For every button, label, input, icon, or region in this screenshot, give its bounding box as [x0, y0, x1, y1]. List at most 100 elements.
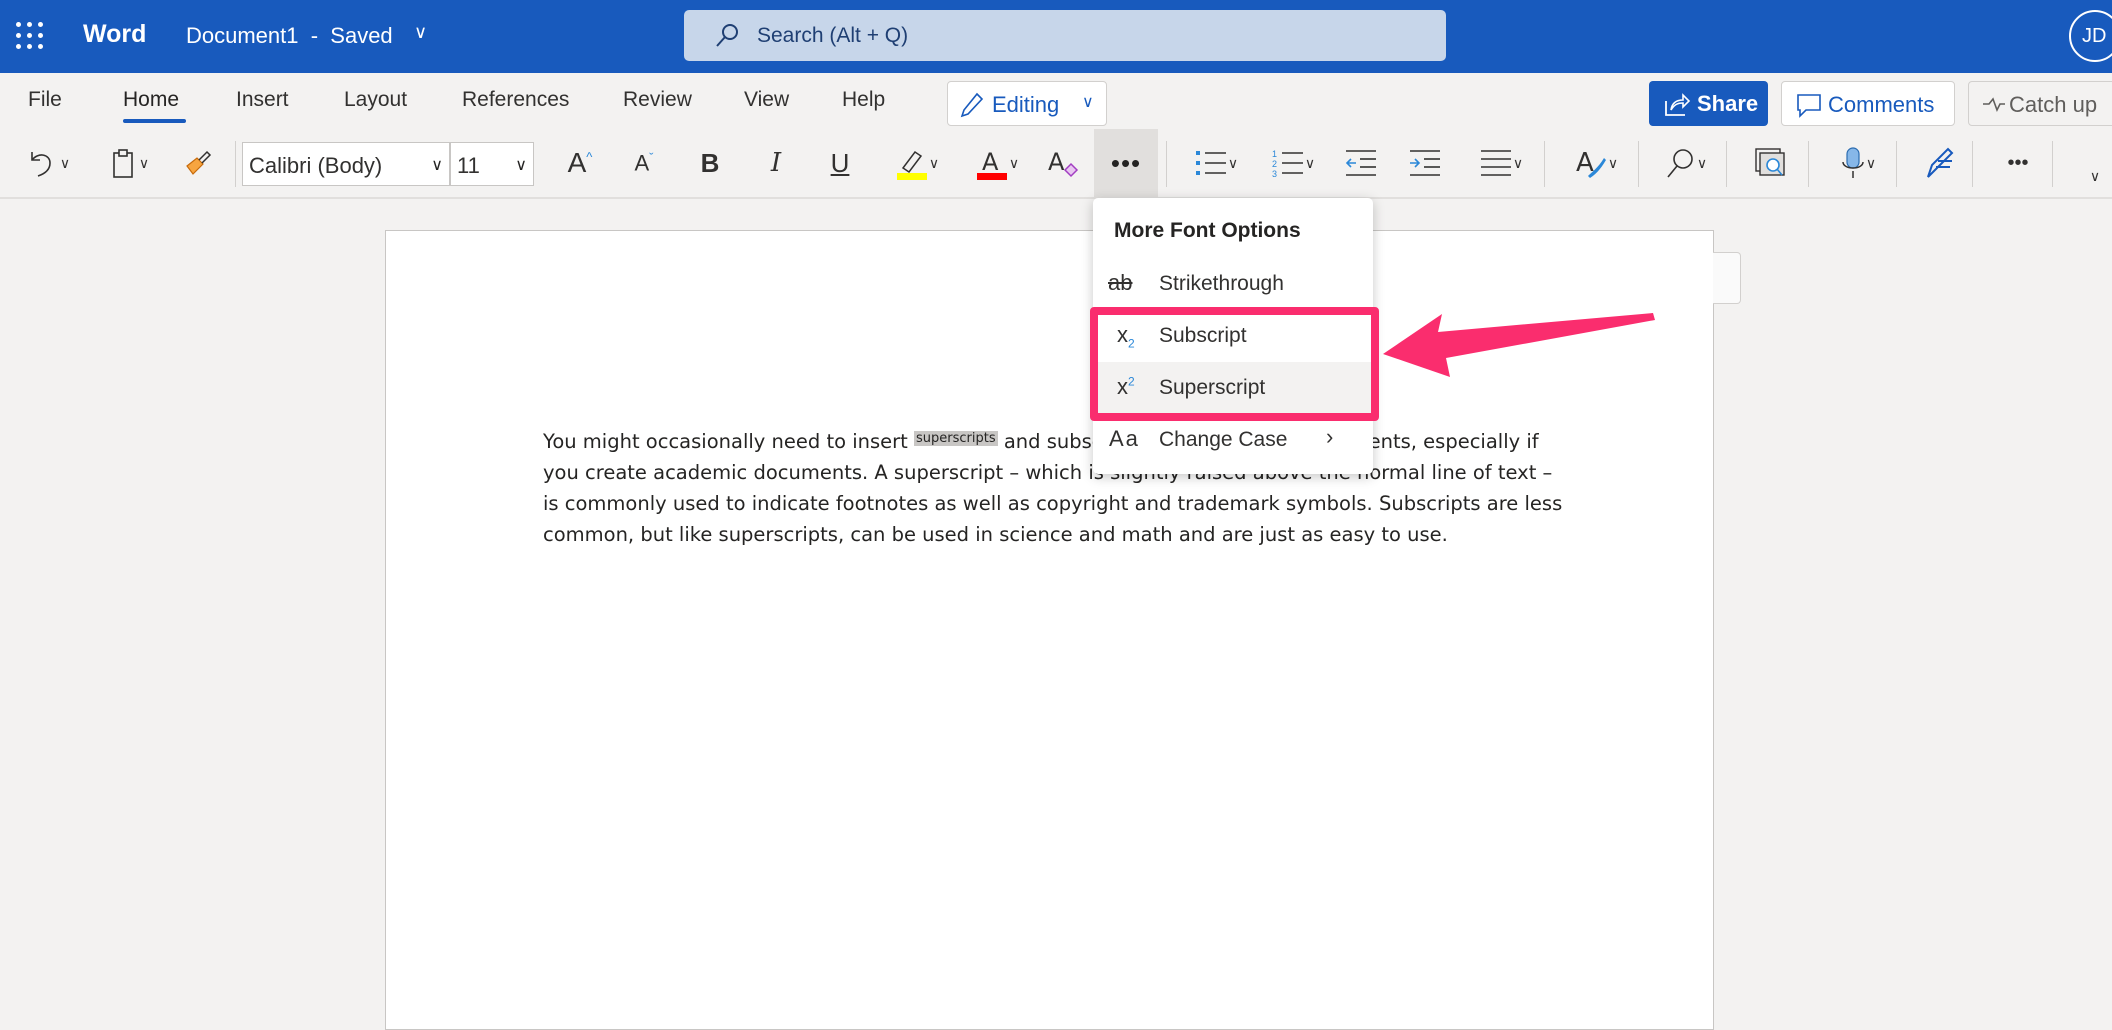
svg-text:A: A — [1048, 148, 1065, 176]
chevron-down-icon: ∨ — [2089, 167, 2101, 184]
tab-file[interactable]: File — [28, 88, 62, 112]
tab-home[interactable]: Home — [123, 88, 179, 112]
chevron-down-icon: ∨ — [1227, 154, 1239, 171]
share-icon — [1665, 93, 1691, 116]
more-font-options-button[interactable]: ••• — [1094, 129, 1158, 197]
more-options-button[interactable]: ••• — [1996, 142, 2040, 184]
menu-item-label: Change Case — [1159, 428, 1288, 451]
chevron-down-icon: ∨ — [431, 157, 443, 174]
search-input[interactable]: Search (Alt + Q) — [684, 10, 1446, 61]
italic-icon: I — [770, 148, 782, 178]
annotation-highlight-box — [1090, 307, 1379, 421]
separator — [1638, 141, 1639, 187]
chevron-down-icon: ∨ — [59, 154, 71, 171]
microphone-icon — [1842, 147, 1864, 178]
underline-icon: U — [830, 147, 850, 178]
shrink-font-icon: Aˇ — [634, 149, 654, 176]
svg-text:A: A — [982, 148, 999, 176]
comments-button[interactable]: Comments — [1781, 81, 1955, 126]
tab-references[interactable]: References — [462, 88, 569, 112]
selected-text[interactable]: superscripts — [914, 431, 998, 446]
menu-item-label: Strikethrough — [1159, 272, 1284, 295]
tab-layout[interactable]: Layout — [344, 88, 407, 112]
font-size-dropdown[interactable]: 11 ∨ — [450, 142, 534, 186]
styles-icon: A — [1576, 148, 1606, 178]
catch-up-label: Catch up — [2009, 92, 2098, 117]
strikethrough-icon: ab — [1108, 270, 1133, 295]
title-bar: Word Document1 - Saved ∨ Search (Alt + Q… — [0, 0, 2112, 73]
dictate-button[interactable]: ∨ — [1828, 142, 1888, 184]
increase-indent-button[interactable] — [1404, 142, 1446, 184]
app-name[interactable]: Word — [83, 20, 146, 49]
clipboard-icon — [113, 149, 133, 178]
catch-up-button[interactable]: Catch up — [1968, 81, 2112, 126]
clear-formatting-button[interactable]: A — [1042, 142, 1082, 184]
menu-item-strikethrough[interactable]: ab Strikethrough — [1093, 258, 1373, 310]
chevron-down-icon: ∨ — [1696, 154, 1708, 171]
reuse-files-icon — [1755, 148, 1785, 176]
italic-button[interactable]: I — [756, 142, 796, 184]
undo-button[interactable]: ∨ — [18, 142, 78, 184]
comment-icon — [1797, 94, 1821, 118]
document-canvas: You might occasionally need to insert su… — [0, 199, 2112, 1030]
chevron-down-icon: ∨ — [1607, 154, 1619, 171]
chevron-down-icon: ∨ — [1082, 94, 1094, 111]
chevron-down-icon: ∨ — [928, 154, 940, 171]
editor-pen-icon — [1927, 147, 1954, 178]
editing-mode-button[interactable]: Editing ∨ — [947, 81, 1107, 126]
tab-help[interactable]: Help — [842, 88, 885, 112]
ribbon-expand-button[interactable]: ∨ — [2080, 142, 2110, 184]
svg-text:1: 1 — [1272, 149, 1277, 159]
text-run: You might occasionally need to insert — [543, 430, 915, 453]
chevron-down-icon: ∨ — [1865, 154, 1877, 171]
paste-button[interactable]: ∨ — [98, 142, 160, 184]
separator — [235, 141, 236, 187]
share-button[interactable]: Share — [1649, 81, 1768, 126]
shrink-font-button[interactable]: Aˇ — [624, 142, 664, 184]
app-launcher-icon[interactable] — [16, 22, 44, 50]
bullets-button[interactable]: ∨ — [1186, 142, 1246, 184]
search-placeholder: Search (Alt + Q) — [757, 24, 909, 47]
format-painter-icon — [186, 150, 212, 175]
underline-button[interactable]: U — [820, 142, 860, 184]
svg-text:2: 2 — [1272, 159, 1277, 169]
tab-review[interactable]: Review — [623, 88, 692, 112]
reuse-files-button[interactable] — [1748, 142, 1792, 184]
decrease-indent-button[interactable] — [1340, 142, 1382, 184]
document-paragraph[interactable]: You might occasionally need to insert su… — [543, 423, 1563, 550]
bold-button[interactable]: B — [690, 142, 730, 184]
share-label: Share — [1697, 91, 1759, 116]
highlight-button[interactable]: ∨ — [886, 142, 948, 184]
search-icon — [716, 24, 738, 47]
avatar[interactable]: JD — [2069, 10, 2112, 62]
grow-font-icon: A^ — [567, 147, 593, 178]
tab-insert[interactable]: Insert — [236, 88, 289, 112]
font-name-dropdown[interactable]: Calibri (Body) ∨ — [242, 142, 450, 186]
numbered-list-icon: 123 — [1272, 149, 1303, 178]
find-button[interactable]: ∨ — [1656, 142, 1716, 184]
activity-icon — [1983, 97, 2005, 113]
undo-icon — [31, 152, 51, 177]
separator — [1896, 141, 1897, 187]
numbering-button[interactable]: 123 ∨ — [1262, 142, 1324, 184]
ellipsis-icon: ••• — [2007, 151, 2029, 174]
editor-button[interactable] — [1920, 142, 1960, 184]
separator — [1808, 141, 1809, 187]
chevron-down-icon: ∨ — [138, 154, 150, 171]
align-button[interactable]: ∨ — [1470, 142, 1532, 184]
bullet-list-icon — [1195, 151, 1226, 175]
menu-item-change-case[interactable]: Aa Change Case › — [1093, 414, 1373, 466]
format-painter-button[interactable] — [178, 142, 218, 184]
styles-button[interactable]: A ∨ — [1566, 142, 1626, 184]
page-side-tab[interactable] — [1713, 252, 1741, 304]
tab-view[interactable]: View — [744, 88, 789, 112]
font-size-value: 11 — [457, 153, 480, 178]
change-case-icon: Aa — [1109, 426, 1140, 451]
chevron-down-icon[interactable]: ∨ — [414, 22, 427, 43]
bold-icon: B — [700, 147, 720, 178]
document-title[interactable]: Document1 - Saved — [186, 23, 393, 49]
font-color-button[interactable]: A ∨ — [966, 142, 1028, 184]
annotation-arrow-icon — [1383, 313, 1655, 377]
ellipsis-icon: ••• — [1110, 147, 1142, 178]
grow-font-button[interactable]: A^ — [560, 142, 600, 184]
